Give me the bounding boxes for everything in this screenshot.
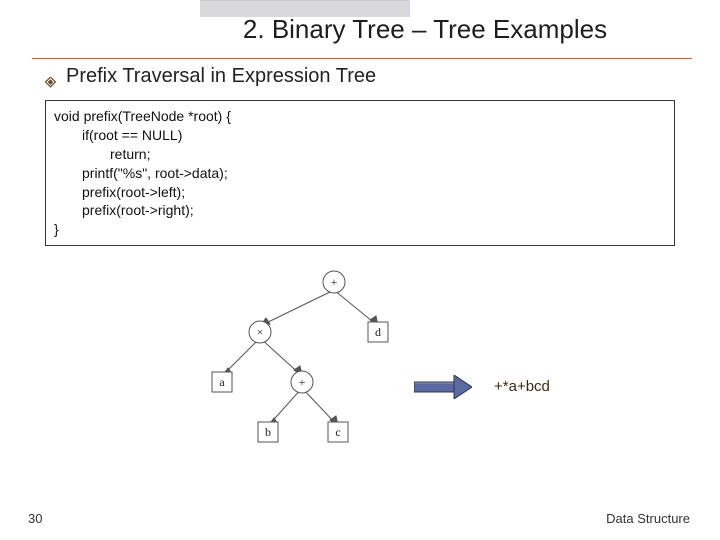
code-line: void prefix(TreeNode *root) { (54, 107, 666, 126)
tree-node: b (265, 425, 271, 439)
code-line: if(root == NULL) (54, 126, 666, 145)
title-underline (32, 58, 692, 59)
arrow-right-icon (414, 375, 472, 399)
subtitle-text: Prefix Traversal in Expression Tree (66, 65, 376, 88)
code-line: printf("%s", root->data); (54, 164, 666, 183)
tree-node: + (299, 375, 306, 389)
tree-node: × (257, 325, 264, 339)
subtitle-row: Prefix Traversal in Expression Tree (45, 65, 376, 88)
slide-title: 2. Binary Tree – Tree Examples (0, 14, 710, 45)
code-line: return; (54, 145, 666, 164)
traversal-result: +*a+bcd (494, 378, 550, 395)
diamond-bullet-icon (45, 71, 56, 82)
tree-node: c (335, 425, 340, 439)
code-block: void prefix(TreeNode *root) { if(root ==… (45, 100, 675, 246)
page-number: 30 (28, 511, 42, 526)
code-line: prefix(root->left); (54, 183, 666, 202)
tree-node: d (375, 325, 381, 339)
expression-tree-diagram: + × d a + b c (194, 268, 399, 458)
tree-node: a (219, 375, 225, 389)
tree-node: + (331, 275, 338, 289)
code-line: prefix(root->right); (54, 201, 666, 220)
footer-label: Data Structure (606, 511, 690, 526)
code-line: } (54, 220, 666, 239)
